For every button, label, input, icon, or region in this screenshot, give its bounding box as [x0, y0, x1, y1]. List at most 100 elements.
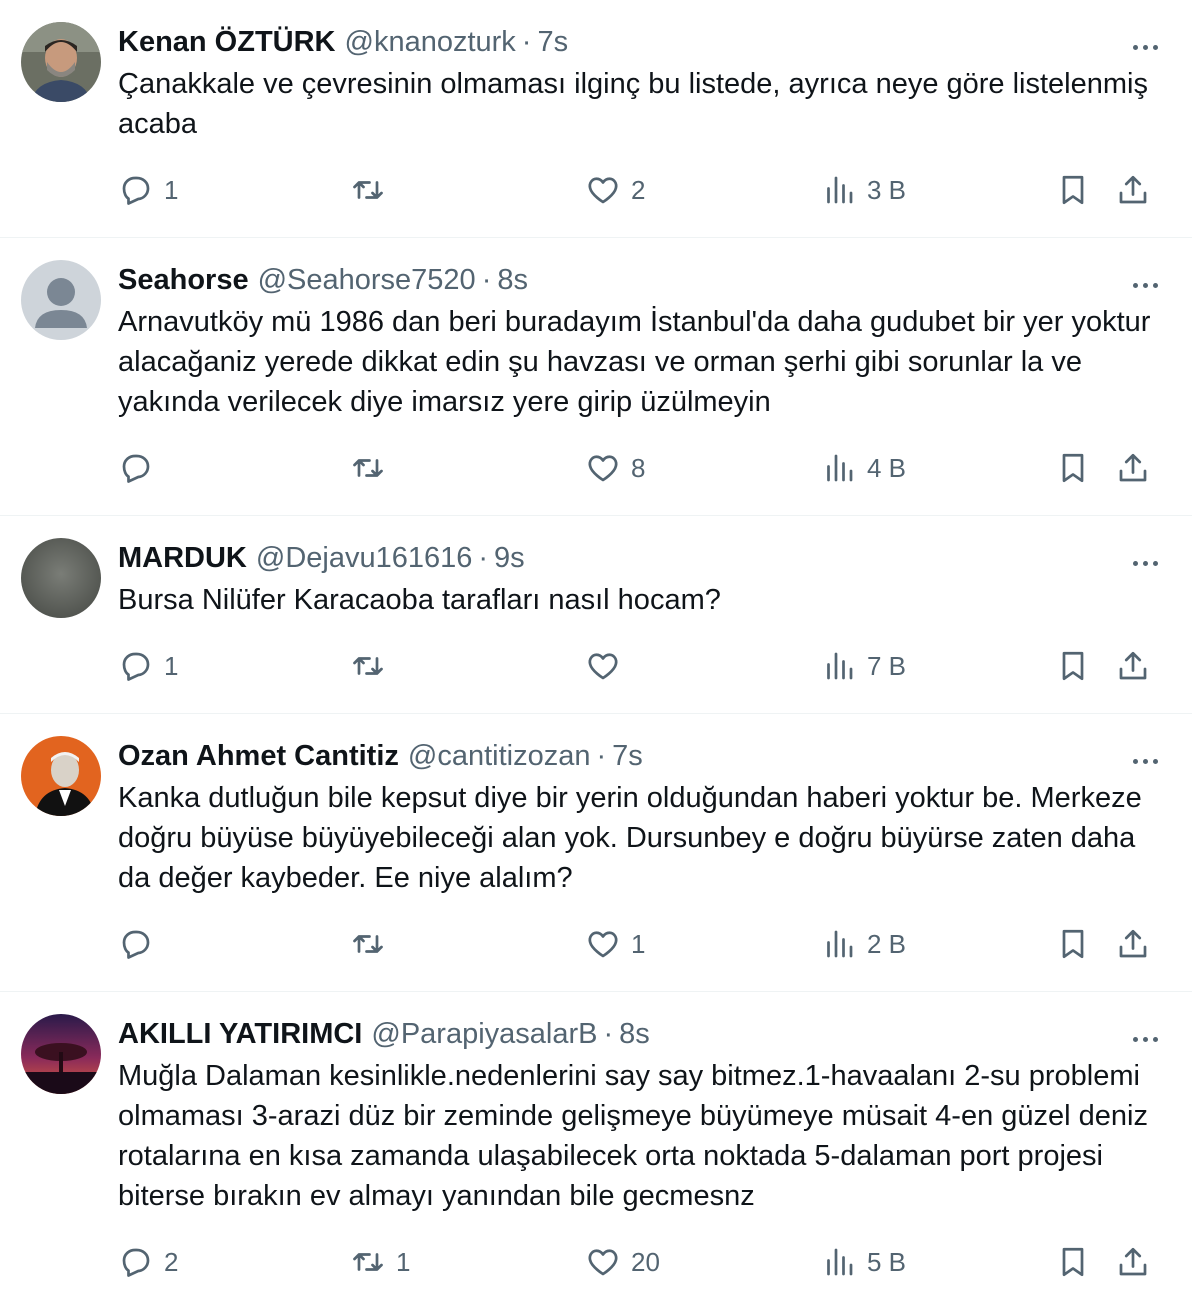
- display-name[interactable]: Seahorse: [118, 258, 249, 302]
- separator-dot: ·: [521, 26, 532, 58]
- more-options-icon[interactable]: [1128, 1022, 1162, 1056]
- user-handle[interactable]: @cantitizozan: [408, 734, 591, 778]
- avatar[interactable]: [21, 260, 101, 340]
- view-count: 5 B: [867, 1246, 907, 1277]
- retweet-button[interactable]: 1: [350, 1242, 410, 1282]
- like-button[interactable]: 2: [585, 170, 645, 210]
- views-button[interactable]: 2 B: [821, 924, 906, 964]
- bookmark-icon: [1062, 929, 1084, 959]
- like-icon: [588, 1249, 618, 1276]
- retweet-count: 1: [396, 1246, 411, 1277]
- share-button[interactable]: [1115, 1242, 1151, 1282]
- retweet-button[interactable]: [350, 646, 396, 686]
- like-icon: [588, 455, 618, 482]
- separator-dot: ·: [478, 542, 489, 574]
- tweet[interactable]: AKILLI YATIRIMCI @ParapiyasalarB · 8s Mu…: [0, 992, 1192, 1300]
- views-icon: [827, 652, 853, 680]
- reply-button[interactable]: [118, 448, 164, 488]
- share-icon: [1119, 453, 1147, 482]
- tweet[interactable]: MARDUK @Dejavu161616 · 9s Bursa Nilüfer …: [0, 516, 1192, 714]
- action-bar: 2 1 20 5 B: [118, 1242, 1152, 1300]
- retweet-icon: [353, 657, 383, 675]
- separator-dot: ·: [603, 1018, 614, 1050]
- display-name[interactable]: Kenan ÖZTÜRK: [118, 20, 336, 64]
- bookmark-button[interactable]: [1055, 646, 1091, 686]
- more-options-icon[interactable]: [1128, 268, 1162, 302]
- like-count: 20: [631, 1246, 660, 1277]
- view-count: 4 B: [867, 452, 907, 483]
- tweet[interactable]: Seahorse @Seahorse7520 · 8s Arnavutköy m…: [0, 238, 1192, 516]
- more-options-icon[interactable]: [1128, 546, 1162, 580]
- share-button[interactable]: [1115, 448, 1151, 488]
- views-button[interactable]: 4 B: [821, 448, 906, 488]
- avatar[interactable]: [21, 1014, 101, 1094]
- reply-feed: Kenan ÖZTÜRK @knanozturk · 7s Çanakkale …: [0, 0, 1192, 1300]
- timestamp[interactable]: 7s: [537, 20, 568, 64]
- like-button[interactable]: 20: [585, 1242, 660, 1282]
- retweet-icon: [353, 935, 383, 953]
- like-count: 1: [631, 928, 646, 959]
- views-button[interactable]: 5 B: [821, 1242, 906, 1282]
- user-handle[interactable]: @knanozturk: [345, 20, 516, 64]
- user-handle[interactable]: @Dejavu161616: [256, 536, 472, 580]
- views-button[interactable]: 7 B: [821, 646, 906, 686]
- more-options-icon[interactable]: [1128, 744, 1162, 778]
- timestamp[interactable]: 8s: [619, 1012, 650, 1056]
- more-options-icon[interactable]: [1128, 30, 1162, 64]
- retweet-button[interactable]: [350, 448, 396, 488]
- views-icon: [827, 454, 853, 482]
- reply-button[interactable]: [118, 924, 164, 964]
- bookmark-button[interactable]: [1055, 1242, 1091, 1282]
- reply-count: 2: [164, 1246, 179, 1277]
- share-button[interactable]: [1115, 170, 1151, 210]
- like-button[interactable]: [585, 646, 631, 686]
- like-button[interactable]: 8: [585, 448, 645, 488]
- share-button[interactable]: [1115, 646, 1151, 686]
- bookmark-button[interactable]: [1055, 924, 1091, 964]
- tweet[interactable]: Ozan Ahmet Cantitiz @cantitizozan · 7s K…: [0, 714, 1192, 992]
- share-icon: [1119, 175, 1147, 204]
- avatar[interactable]: [21, 22, 101, 102]
- like-icon: [588, 931, 618, 958]
- tweet-text: Kanka dutluğun bile kepsut diye bir yeri…: [118, 782, 1142, 894]
- display-name[interactable]: MARDUK: [118, 536, 247, 580]
- retweet-button[interactable]: [350, 170, 396, 210]
- tweet-text: Bursa Nilüfer Karacaoba tarafları nasıl …: [118, 584, 721, 616]
- user-handle[interactable]: @Seahorse7520: [258, 258, 476, 302]
- timestamp[interactable]: 9s: [494, 536, 525, 580]
- bookmark-button[interactable]: [1055, 448, 1091, 488]
- retweet-icon: [353, 181, 383, 199]
- reply-button[interactable]: 2: [118, 1242, 178, 1282]
- display-name[interactable]: Ozan Ahmet Cantitiz: [118, 734, 399, 778]
- reply-button[interactable]: 1: [118, 646, 178, 686]
- user-handle[interactable]: @ParapiyasalarB: [371, 1012, 597, 1056]
- timestamp[interactable]: 8s: [497, 258, 528, 302]
- view-count: 7 B: [867, 650, 907, 681]
- retweet-icon: [353, 1253, 383, 1271]
- bookmark-icon: [1062, 175, 1084, 205]
- views-icon: [827, 1248, 853, 1276]
- views-icon: [827, 176, 853, 204]
- like-count: 8: [631, 452, 646, 483]
- tweet-text: Muğla Dalaman kesinlikle.nedenlerini say…: [118, 1060, 1148, 1212]
- reply-icon: [122, 176, 150, 205]
- tweet[interactable]: Kenan ÖZTÜRK @knanozturk · 7s Çanakkale …: [0, 0, 1192, 238]
- retweet-icon: [353, 459, 383, 477]
- bookmark-button[interactable]: [1055, 170, 1091, 210]
- like-count: 2: [631, 174, 646, 205]
- views-button[interactable]: 3 B: [821, 170, 906, 210]
- reply-button[interactable]: 1: [118, 170, 178, 210]
- like-button[interactable]: 1: [585, 924, 645, 964]
- avatar[interactable]: [21, 538, 101, 618]
- retweet-button[interactable]: [350, 924, 396, 964]
- tweet-text: Çanakkale ve çevresinin olmaması ilginç …: [118, 68, 1148, 140]
- timestamp[interactable]: 7s: [612, 734, 643, 778]
- display-name[interactable]: AKILLI YATIRIMCI: [118, 1012, 362, 1056]
- avatar[interactable]: [21, 736, 101, 816]
- share-icon: [1119, 651, 1147, 680]
- separator-dot: ·: [596, 740, 607, 772]
- share-button[interactable]: [1115, 924, 1151, 964]
- separator-dot: ·: [481, 264, 492, 296]
- bookmark-icon: [1062, 651, 1084, 681]
- reply-count: 1: [164, 650, 179, 681]
